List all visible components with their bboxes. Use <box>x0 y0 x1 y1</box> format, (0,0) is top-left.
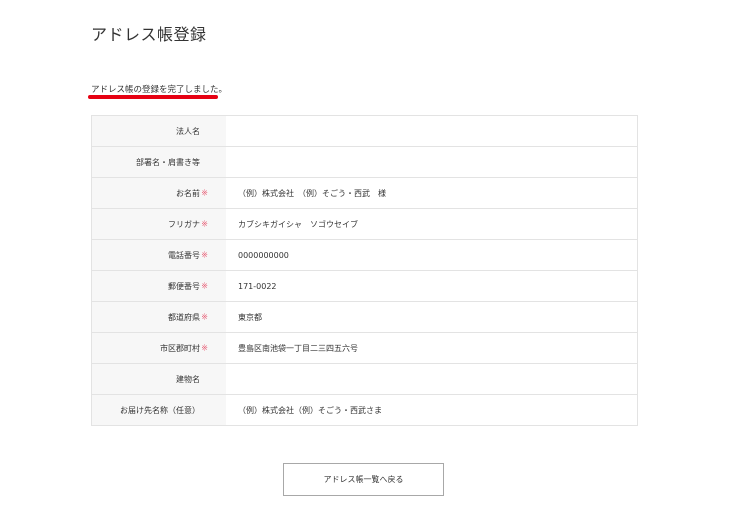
field-value-name: （例）株式会社 （例）そごう・西武 様 <box>226 177 638 209</box>
field-value-furigana: カブシキガイシャ ソゴウセイブ <box>226 208 638 240</box>
required-mark: ※ <box>201 219 208 229</box>
field-value-building <box>226 363 638 395</box>
row-label-cell: 電話番号 ※ <box>91 239 226 271</box>
field-label-postal-code: 郵便番号 <box>168 281 200 291</box>
row-label-cell: お届け先名称（任意） <box>91 394 226 426</box>
required-mark: ※ <box>201 281 208 291</box>
field-label-furigana: フリガナ <box>168 219 200 229</box>
row-label-cell: 部署名・肩書き等 <box>91 146 226 178</box>
table-row: 都道府県 ※ 東京都 <box>91 301 638 333</box>
field-label-phone: 電話番号 <box>168 250 200 260</box>
row-label-cell: お名前 ※ <box>91 177 226 209</box>
field-value-phone: 0000000000 <box>226 239 638 271</box>
page-title: アドレス帳登録 <box>91 25 207 44</box>
field-label-company: 法人名 <box>176 126 200 136</box>
row-label-cell: 郵便番号 ※ <box>91 270 226 302</box>
table-row: 郵便番号 ※ 171-0022 <box>91 270 638 302</box>
completion-message: アドレス帳の登録を完了しました。 <box>91 85 228 95</box>
row-label-cell: 都道府県 ※ <box>91 301 226 333</box>
table-row: 部署名・肩書き等 <box>91 146 638 178</box>
message-underline <box>88 95 218 99</box>
field-label-city: 市区郡町村 <box>160 343 200 353</box>
table-row: フリガナ ※ カブシキガイシャ ソゴウセイブ <box>91 208 638 240</box>
required-mark: ※ <box>201 250 208 260</box>
field-label-prefecture: 都道府県 <box>168 312 200 322</box>
table-row: お名前 ※ （例）株式会社 （例）そごう・西武 様 <box>91 177 638 209</box>
field-label-department: 部署名・肩書き等 <box>136 157 200 167</box>
required-mark: ※ <box>201 188 208 198</box>
required-mark: ※ <box>201 343 208 353</box>
field-value-company <box>226 115 638 147</box>
row-label-cell: 市区郡町村 ※ <box>91 332 226 364</box>
table-row: 市区郡町村 ※ 豊島区南池袋一丁目二三四五六号 <box>91 332 638 364</box>
table-row: お届け先名称（任意） （例）株式会社（例）そごう・西武さま <box>91 394 638 426</box>
field-value-city: 豊島区南池袋一丁目二三四五六号 <box>226 332 638 364</box>
field-value-delivery-name: （例）株式会社（例）そごう・西武さま <box>226 394 638 426</box>
field-value-postal-code: 171-0022 <box>226 270 638 302</box>
field-value-department <box>226 146 638 178</box>
row-label-cell: フリガナ ※ <box>91 208 226 240</box>
table-row: 電話番号 ※ 0000000000 <box>91 239 638 271</box>
row-label-cell: 建物名 <box>91 363 226 395</box>
address-table: 法人名 部署名・肩書き等 お名前 ※ （例）株式会社 （例）そごう・西武 様 フ… <box>91 115 638 426</box>
back-to-address-list-button[interactable]: アドレス帳一覧へ戻る <box>283 463 444 496</box>
field-label-delivery-name: お届け先名称（任意） <box>120 405 200 415</box>
row-label-cell: 法人名 <box>91 115 226 147</box>
table-row: 法人名 <box>91 115 638 147</box>
field-label-name: お名前 <box>176 188 200 198</box>
field-value-prefecture: 東京都 <box>226 301 638 333</box>
table-row: 建物名 <box>91 363 638 395</box>
field-label-building: 建物名 <box>176 374 200 384</box>
required-mark: ※ <box>201 312 208 322</box>
